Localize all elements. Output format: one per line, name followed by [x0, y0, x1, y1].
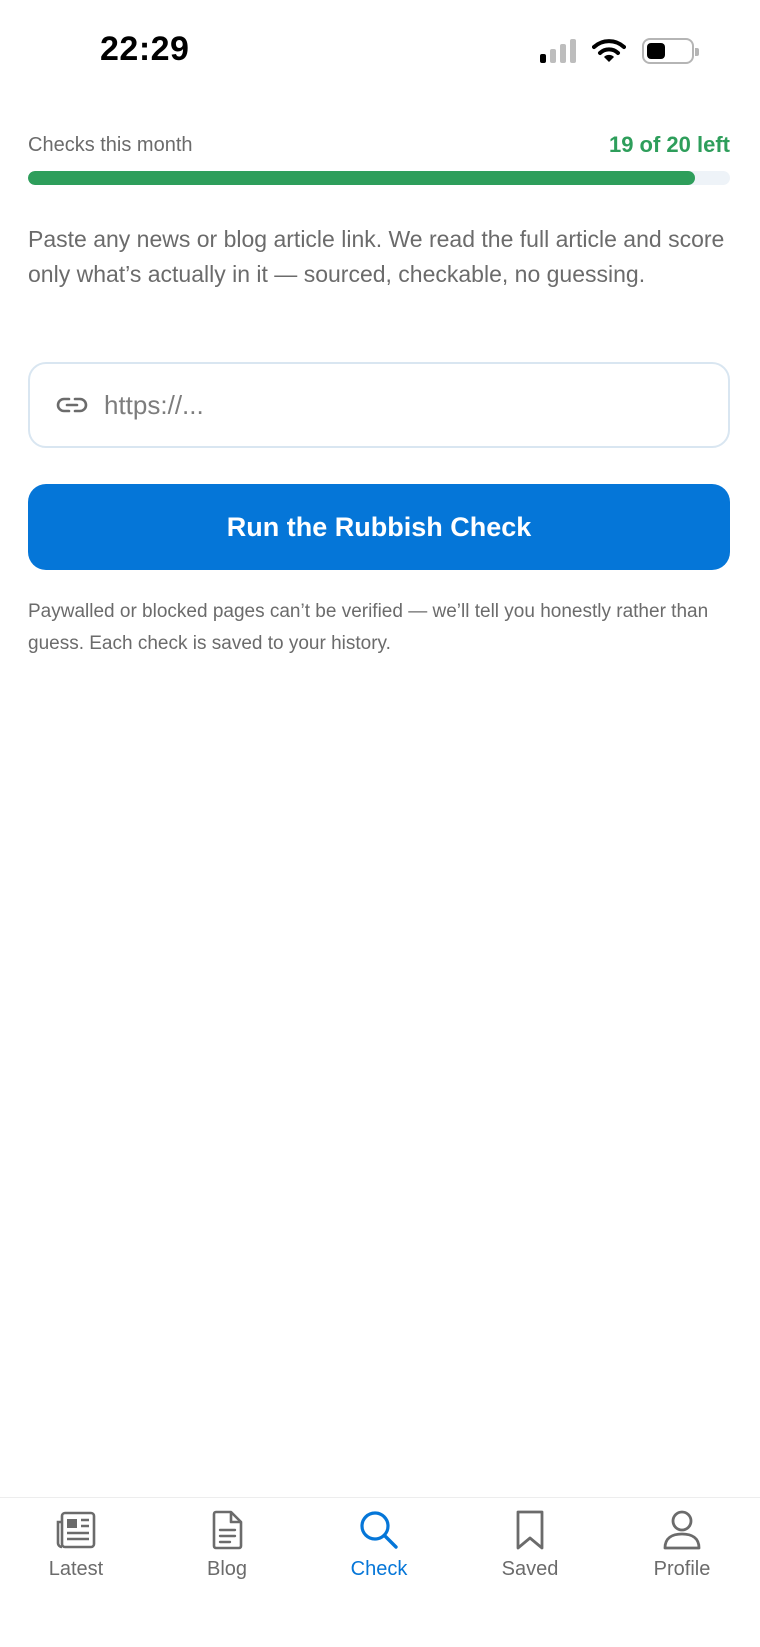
intro-text: Paste any news or blog article link. We … — [28, 226, 725, 287]
url-field[interactable] — [28, 362, 730, 448]
tab-bar: Latest Blog Check Saved Profile — [0, 1497, 760, 1647]
status-bar: 22:29 — [0, 0, 760, 100]
usage-progress-fill — [28, 171, 695, 185]
tab-saved[interactable]: Saved — [470, 1508, 590, 1598]
usage-progress-bar — [28, 171, 730, 185]
tab-label: Saved — [501, 1558, 559, 1580]
tab-blog[interactable]: Blog — [167, 1508, 287, 1598]
document-icon — [205, 1508, 249, 1552]
run-rubbish-check-button[interactable]: Run the Rubbish Check — [28, 484, 730, 570]
person-icon — [660, 1508, 704, 1552]
tab-label: Blog — [206, 1558, 248, 1580]
tab-profile[interactable]: Profile — [622, 1508, 742, 1598]
tab-check[interactable]: Check — [319, 1508, 439, 1598]
newspaper-icon — [54, 1508, 98, 1552]
usage-remaining-count: 19 of 20 left — [608, 132, 730, 157]
tab-latest[interactable]: Latest — [16, 1508, 136, 1598]
wifi-icon — [592, 39, 626, 62]
tab-label: Latest — [48, 1558, 104, 1580]
tab-label: Profile — [653, 1558, 711, 1580]
cellular-signal-icon — [540, 39, 576, 63]
bookmark-icon — [508, 1508, 552, 1552]
status-time: 22:29 — [100, 30, 190, 68]
usage-label: Checks this month — [28, 133, 193, 156]
battery-icon — [642, 38, 699, 64]
status-icons — [540, 36, 699, 66]
search-icon — [357, 1508, 401, 1552]
tab-label: Check — [350, 1558, 408, 1580]
url-input[interactable] — [104, 375, 728, 435]
usage-meter: Checks this month 19 of 20 left — [28, 130, 730, 160]
link-icon — [56, 395, 88, 415]
footnote-text: Paywalled or blocked pages can’t be veri… — [28, 601, 709, 654]
